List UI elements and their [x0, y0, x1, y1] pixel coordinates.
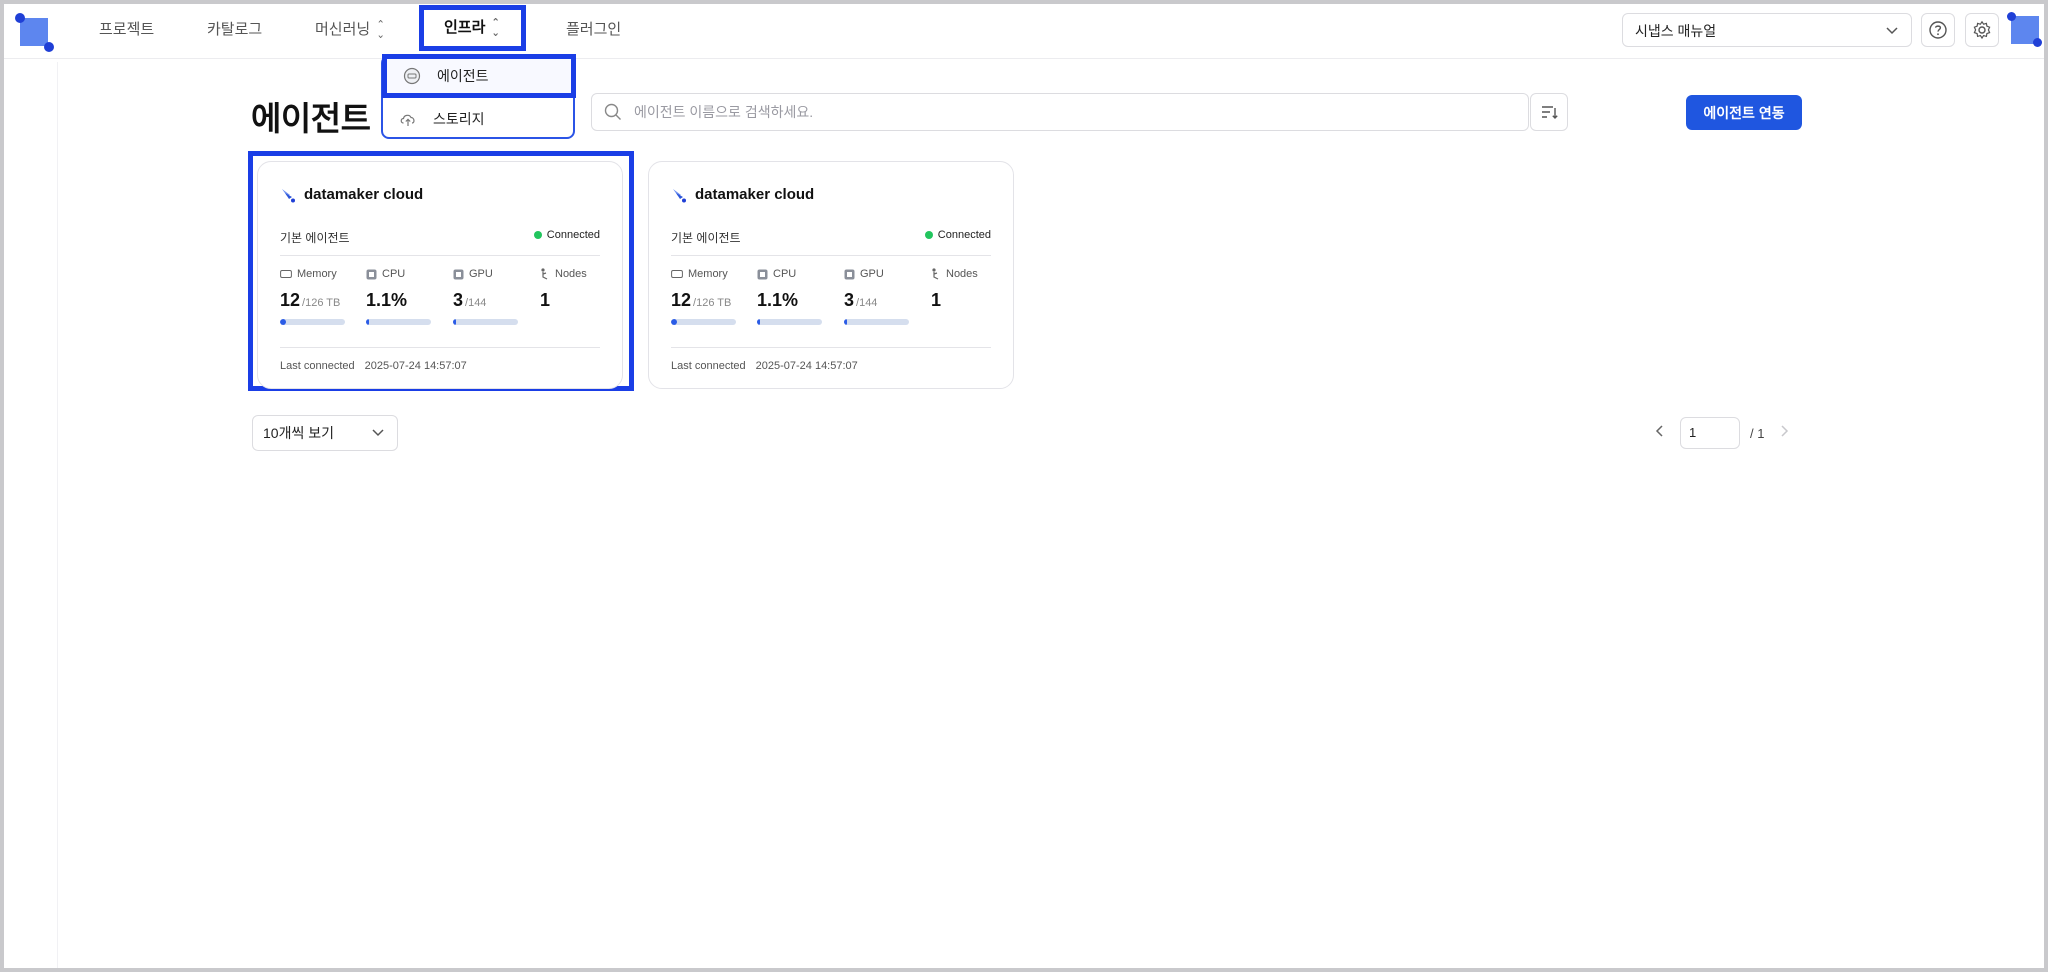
- metric-gpu: GPU 3/144: [453, 268, 533, 325]
- agent-name: datamaker cloud: [280, 186, 423, 203]
- search-box[interactable]: [591, 93, 1529, 131]
- infra-dropdown-menu: 에이전트 스토리지: [381, 54, 576, 139]
- nodes-icon: [932, 268, 939, 280]
- divider: [280, 347, 600, 348]
- agent-card[interactable]: datamaker cloud 기본 에이전트 Connected Memory…: [257, 161, 623, 389]
- metric-cpu: CPU 1.1%: [757, 268, 837, 325]
- cpu-usage-bar: [366, 319, 431, 325]
- chevron-down-icon: [1885, 14, 1899, 60]
- metric-gpu: GPU 3/144: [844, 268, 924, 325]
- help-icon: [1929, 21, 1947, 39]
- chevron-left-icon: [1655, 424, 1663, 437]
- agent-name-text: datamaker cloud: [304, 186, 424, 203]
- sort-button[interactable]: [1530, 93, 1568, 131]
- nav-item-projects[interactable]: 프로젝트: [99, 18, 154, 42]
- agent-name-text: datamaker cloud: [695, 186, 815, 203]
- nav-item-label: 프로젝트: [99, 21, 155, 38]
- agent-icon: [403, 67, 421, 85]
- gear-icon: [1973, 20, 1991, 40]
- agent-type: 기본 에이전트: [671, 231, 741, 245]
- divider: [57, 62, 58, 968]
- memory-usage-bar: [280, 319, 345, 325]
- metric-nodes: Nodes 1: [931, 268, 978, 310]
- chevron-right-icon: [1781, 424, 1789, 437]
- nav-item-label: 플러그인: [566, 21, 622, 38]
- menu-item-storage[interactable]: 스토리지: [383, 101, 573, 137]
- status-badge: Connected: [533, 229, 600, 241]
- datamaker-logo-icon: [282, 188, 295, 202]
- agent-name: datamaker cloud: [671, 186, 814, 203]
- cloud-upload-icon: [399, 110, 417, 128]
- gpu-usage-bar: [844, 319, 909, 325]
- top-navigation: 프로젝트 카탈로그 머신러닝 ⌃ ⌄ 인프라 ⌃ ⌄ 플러그인 시냅스 매뉴얼: [4, 4, 2044, 59]
- menu-item-label: 에이전트: [437, 68, 489, 84]
- metric-memory: Memory 12/126 TB: [671, 268, 751, 325]
- memory-icon: [280, 270, 292, 278]
- prev-page-button[interactable]: [1650, 424, 1670, 443]
- status-text: Connected: [546, 229, 600, 241]
- metric-memory: Memory 12/126 TB: [280, 268, 360, 325]
- gpu-icon: [453, 269, 464, 279]
- cpu-icon: [757, 269, 768, 279]
- last-connected: Last connected 2025-07-24 14:57:07: [280, 360, 467, 372]
- help-button[interactable]: [1921, 13, 1955, 47]
- last-connected: Last connected 2025-07-24 14:57:07: [671, 360, 858, 372]
- nav-item-machine-learning[interactable]: 머신러닝 ⌃ ⌄: [315, 18, 385, 42]
- memory-icon: [671, 270, 683, 278]
- search-icon: [604, 103, 622, 121]
- page-size-select[interactable]: 10개씩 보기: [252, 415, 398, 451]
- chevron-updown-icon: ⌃ ⌄: [376, 19, 385, 41]
- settings-button[interactable]: [1965, 13, 1999, 47]
- nav-item-label: 머신러닝: [315, 21, 371, 38]
- sort-icon: [1542, 106, 1558, 119]
- agent-type: 기본 에이전트: [280, 231, 350, 245]
- nodes-icon: [541, 268, 548, 280]
- metric-nodes: Nodes 1: [540, 268, 587, 310]
- menu-item-label: 스토리지: [433, 111, 485, 127]
- nav-item-label: 카탈로그: [207, 21, 263, 38]
- search-input[interactable]: [632, 103, 1486, 121]
- total-pages: / 1: [1750, 425, 1765, 441]
- nav-item-plugins[interactable]: 플러그인: [566, 18, 621, 42]
- status-text: Connected: [937, 229, 991, 241]
- chevron-updown-icon: ⌃ ⌄: [491, 17, 501, 39]
- divider: [280, 255, 600, 256]
- status-dot: [924, 231, 933, 239]
- nav-item-infra[interactable]: 인프라 ⌃ ⌄: [419, 5, 526, 51]
- page-size-value: 10개씩 보기: [263, 425, 334, 441]
- cpu-icon: [366, 269, 377, 279]
- memory-usage-bar: [671, 319, 736, 325]
- app-logo[interactable]: [14, 12, 54, 52]
- nav-item-catalog[interactable]: 카탈로그: [207, 18, 262, 42]
- divider: [671, 347, 991, 348]
- connect-agent-button[interactable]: 에이전트 연동: [1686, 95, 1802, 130]
- divider: [671, 255, 991, 256]
- gpu-usage-bar: [453, 319, 518, 325]
- datamaker-logo-icon: [673, 188, 686, 202]
- chevron-down-icon: [371, 416, 385, 462]
- status-badge: Connected: [924, 229, 991, 241]
- user-avatar[interactable]: [2007, 12, 2043, 48]
- page-number-input[interactable]: 1: [1680, 417, 1740, 449]
- next-page-button[interactable]: [1774, 424, 1794, 443]
- metric-cpu: CPU 1.1%: [366, 268, 446, 325]
- pagination: 1 / 1: [1650, 415, 1794, 451]
- manual-select-value: 시냅스 매뉴얼: [1635, 23, 1717, 39]
- nav-item-label: 인프라: [444, 19, 486, 36]
- cpu-usage-bar: [757, 319, 822, 325]
- status-dot: [533, 231, 542, 239]
- page-title: 에이전트: [251, 100, 371, 137]
- gpu-icon: [844, 269, 855, 279]
- manual-select[interactable]: 시냅스 매뉴얼: [1622, 13, 1912, 47]
- menu-item-agents[interactable]: 에이전트: [382, 54, 576, 98]
- app-frame: 프로젝트 카탈로그 머신러닝 ⌃⌄ 인프라 ⌃⌄ 플러그인 시냅스 매뉴얼: [4, 4, 2044, 968]
- agent-card[interactable]: datamaker cloud 기본 에이전트 Connected Memory…: [648, 161, 1014, 389]
